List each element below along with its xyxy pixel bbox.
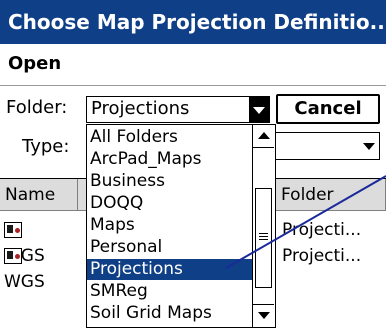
open-menu[interactable]: Open: [8, 53, 61, 74]
projection-file-icon: [4, 248, 22, 264]
dropdown-item[interactable]: Maps: [87, 215, 253, 236]
scroll-up-icon[interactable]: [253, 125, 274, 148]
chevron-down-icon[interactable]: [249, 97, 269, 122]
file-cell: WGS: [4, 243, 45, 295]
dropdown-item[interactable]: Business: [87, 171, 253, 192]
column-header-name[interactable]: Name: [0, 179, 78, 211]
scroll-down-icon[interactable]: [253, 304, 274, 327]
chevron-down-icon[interactable]: [363, 143, 375, 150]
dropdown-item[interactable]: Personal: [87, 237, 253, 258]
column-header-folder[interactable]: Folder: [276, 179, 386, 211]
scroll-thumb[interactable]: [255, 188, 272, 288]
dropdown-item-selected[interactable]: Projections: [87, 259, 253, 280]
dropdown-item[interactable]: DOQQ: [87, 193, 253, 214]
folder-value: Projections: [91, 98, 190, 119]
cancel-button[interactable]: Cancel: [276, 94, 380, 124]
dropdown-item[interactable]: Soil Grid Maps: [87, 303, 253, 324]
file-folder: Projecti...: [282, 220, 362, 240]
type-label: Type:: [22, 136, 70, 157]
projection-file-icon: [4, 222, 22, 238]
folder-dropdown-list[interactable]: All Folders ArcPad_Maps Business DOQQ Ma…: [86, 124, 276, 328]
dropdown-scrollbar[interactable]: [252, 125, 275, 327]
file-folder: Projecti...: [282, 246, 362, 266]
window-title: Choose Map Projection Definitio...: [0, 0, 386, 44]
dropdown-item[interactable]: ArcPad_Maps: [87, 149, 253, 170]
dropdown-item[interactable]: All Folders: [87, 127, 253, 148]
menu-bar: Open: [0, 44, 386, 86]
folder-label: Folder:: [6, 97, 68, 118]
dropdown-item[interactable]: SMReg: [87, 281, 253, 302]
folder-combobox[interactable]: Projections: [86, 96, 270, 123]
file-name: WGS: [4, 272, 45, 292]
